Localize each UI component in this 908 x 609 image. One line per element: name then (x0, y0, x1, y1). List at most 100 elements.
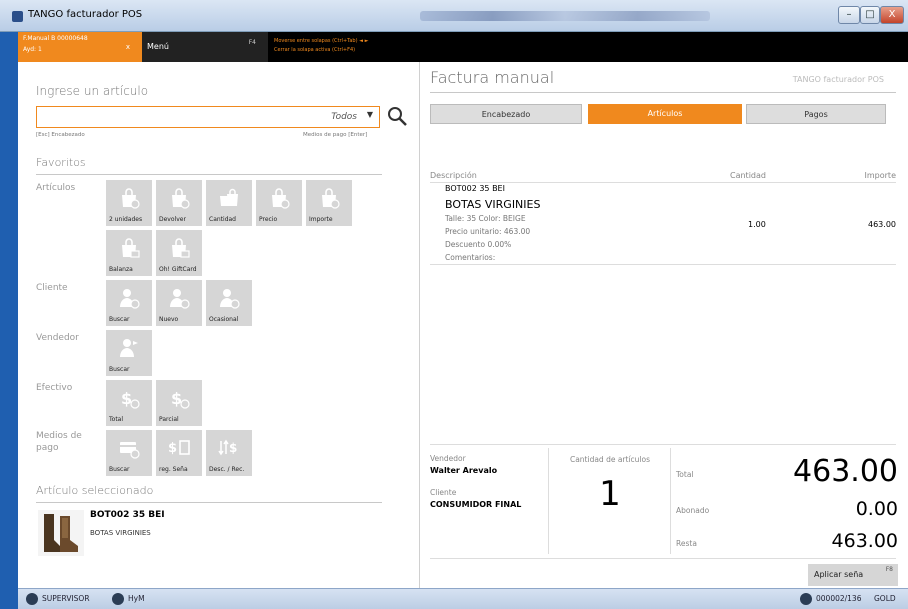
tile-medios-desc[interactable]: $ Desc. / Rec. (206, 430, 252, 476)
brand-logo: TANGO facturador POS (792, 75, 884, 84)
search-title: Ingrese un artículo (36, 84, 149, 98)
favorites-divider (36, 174, 382, 175)
hint-enter: Medios de pago [Enter] (303, 132, 368, 138)
rest-label: Resta (676, 539, 697, 548)
tile-label: Ocasional (209, 316, 239, 323)
page-title: Factura manual (430, 68, 555, 87)
svg-text:$: $ (229, 441, 237, 455)
card-search-icon (120, 442, 140, 459)
tile-label: Precio (259, 216, 278, 223)
tile-label: Buscar (109, 466, 130, 473)
tile-importe[interactable]: Importe (306, 180, 352, 226)
tile-giftcard[interactable]: Oh! GiftCard (156, 230, 202, 276)
item-name: BOTAS VIRGINIES (445, 198, 541, 211)
user-search-icon (120, 289, 140, 309)
tile-label: reg. Seña (159, 466, 188, 473)
right-pane: Factura manual TANGO facturador POS Enca… (420, 62, 908, 588)
tab-pagos[interactable]: Pagos (746, 104, 886, 124)
tile-vendedor-buscar[interactable]: Buscar (106, 330, 152, 376)
tab-menu-key: F4 (248, 39, 256, 46)
tile-label: Total (109, 416, 124, 423)
vendor-value: Walter Arevalo (430, 466, 498, 475)
shortcut-hint-close: Cerrar la solapa activa (Ctrl+F4) (274, 47, 356, 53)
bag-return-icon (172, 188, 190, 209)
tab-encabezado[interactable]: Encabezado (430, 104, 582, 124)
search-filter-value: Todos (331, 112, 357, 122)
tab-factura-line1: F.Manual B 00000648 (23, 35, 88, 42)
tab-menu[interactable]: Menú F4 (142, 32, 268, 62)
tile-efectivo-parcial[interactable]: $ Parcial (156, 380, 202, 426)
product-thumbnail (38, 510, 84, 556)
article-search-input[interactable]: Todos ▼ (36, 106, 380, 128)
tile-medios-buscar[interactable]: Buscar (106, 430, 152, 476)
row-separator (430, 264, 896, 265)
group-vendedor: Vendedor (36, 333, 79, 343)
app-icon (12, 11, 23, 22)
apply-deposit-label: Aplicar seña (814, 570, 864, 579)
selected-code: BOT002 35 BEI (90, 510, 165, 520)
footer-divider-left (548, 448, 549, 554)
col-descripcion: Descripción (430, 171, 477, 180)
tile-cliente-ocasional[interactable]: Ocasional (206, 280, 252, 326)
terminal-icon (800, 593, 812, 605)
footer-bottom-separator (430, 558, 896, 559)
status-user: SUPERVISOR (42, 594, 90, 603)
tile-label: Parcial (159, 416, 179, 423)
item-amount: 463.00 (868, 220, 896, 229)
tile-precio[interactable]: Precio (256, 180, 302, 226)
item-detail-comments: Comentarios: (445, 253, 496, 262)
tile-cliente-nuevo[interactable]: Nuevo (156, 280, 202, 326)
tile-2-unidades[interactable]: 2 unidades (106, 180, 152, 226)
col-importe: Importe (864, 171, 896, 180)
window-titlebar: TANGO facturador POS – □ X (0, 0, 908, 32)
item-detail-size: Talle: 35 Color: BEIGE (445, 214, 526, 223)
maximize-button[interactable]: □ (860, 6, 880, 24)
selected-name: BOTAS VIRGINIES (90, 529, 151, 537)
group-articulos: Artículos (36, 183, 76, 193)
left-pane: Ingrese un artículo Todos ▼ [Esc] Encabe… (18, 62, 420, 588)
tile-efectivo-total[interactable]: $ Total (106, 380, 152, 426)
tab-close-icon[interactable]: x (126, 43, 130, 51)
tab-factura-line2: Ayd: 1 (23, 46, 42, 53)
tile-cantidad[interactable]: Cantidad (206, 180, 252, 226)
menu-strip: F.Manual B 00000648 Ayd: 1 x Menú F4 Mov… (18, 32, 908, 62)
footer-separator (430, 444, 896, 445)
client-label: Cliente (430, 488, 457, 497)
shortcut-hint-tabs: Moverse entre solapas (Ctrl+Tab) ◄ ► (274, 38, 369, 44)
tile-medios-sena[interactable]: $ reg. Seña (156, 430, 202, 476)
chevron-down-icon[interactable]: ▼ (367, 110, 373, 119)
user-occasional-icon (220, 289, 240, 309)
cash-partial-icon: $ (171, 389, 190, 409)
cash-total-icon: $ (121, 389, 140, 409)
item-qty: 1.00 (748, 220, 766, 229)
tile-label: Balanza (109, 266, 133, 273)
total-label: Total (676, 470, 694, 479)
status-level: GOLD (874, 594, 896, 603)
svg-text:$: $ (171, 389, 182, 408)
count-value: 1 (599, 474, 621, 514)
tab-factura-manual[interactable]: F.Manual B 00000648 Ayd: 1 x (18, 32, 142, 62)
selected-divider (36, 502, 382, 503)
search-icon[interactable] (386, 105, 408, 127)
tile-devolver[interactable]: Devolver (156, 180, 202, 226)
boots-icon (44, 514, 78, 552)
tab-articulos[interactable]: Artículos (588, 104, 742, 124)
selected-title: Artículo seleccionado (36, 484, 154, 497)
tile-label: Buscar (109, 316, 130, 323)
tile-label: Buscar (109, 366, 130, 373)
item-detail-discount: Descuento 0.00% (445, 240, 512, 249)
apply-deposit-button[interactable]: Aplicar seña F8 (808, 564, 898, 586)
hint-esc: [Esc] Encabezado (36, 132, 85, 138)
status-bar: SUPERVISOR HyM 000002/136 GOLD (18, 588, 908, 609)
minimize-button[interactable]: – (838, 6, 860, 24)
close-button[interactable]: X (880, 6, 904, 24)
bag-price-icon (272, 188, 290, 209)
bag-gift-icon (172, 238, 190, 258)
tile-balanza[interactable]: Balanza (106, 230, 152, 276)
svg-text:$: $ (168, 441, 177, 456)
tile-label: Desc. / Rec. (209, 466, 245, 473)
bag-amount-icon (322, 188, 340, 209)
status-doc: 000002/136 (816, 594, 862, 603)
tile-cliente-buscar[interactable]: Buscar (106, 280, 152, 326)
tile-label: Cantidad (209, 216, 236, 223)
